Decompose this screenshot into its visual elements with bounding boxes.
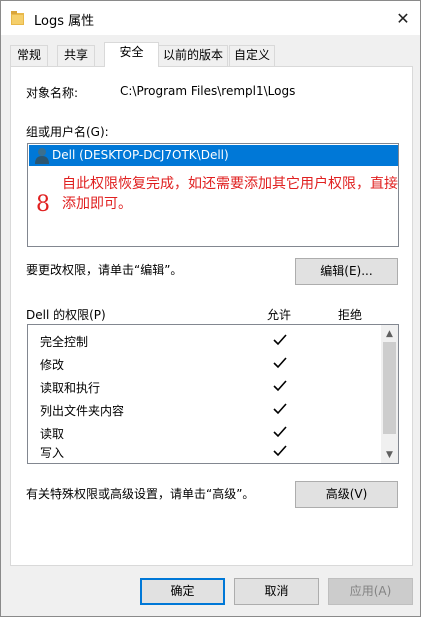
allow-header: 允许 xyxy=(267,308,292,322)
scroll-down-button[interactable]: ▼ xyxy=(381,446,398,463)
permission-name: 完全控制 xyxy=(40,335,89,349)
advanced-hint: 有关特殊权限或高级设置，请单击“高级”。 xyxy=(26,487,255,501)
tab-sharing[interactable]: 共享 xyxy=(57,45,95,66)
object-name-label: 对象名称: xyxy=(26,86,79,100)
permission-name: 写入 xyxy=(40,446,65,460)
permission-row: 修改 xyxy=(28,353,383,376)
cancel-button[interactable]: 取消 xyxy=(234,578,319,605)
change-permissions-hint: 要更改权限，请单击“编辑”。 xyxy=(26,263,183,277)
ok-button[interactable]: 确定 xyxy=(140,578,225,605)
apply-button[interactable]: 应用(A) xyxy=(328,578,413,605)
groups-label: 组或用户名(G): xyxy=(26,125,109,139)
permissions-label: Dell 的权限(P) xyxy=(26,308,106,322)
advanced-button[interactable]: 高级(V) xyxy=(295,481,398,508)
annotation-number: 8 xyxy=(36,192,50,217)
permission-name: 列出文件夹内容 xyxy=(40,404,125,418)
tab-security[interactable]: 安全 xyxy=(104,42,159,67)
permission-row: 写入 xyxy=(28,441,383,464)
check-icon xyxy=(273,403,287,415)
permission-name: 读取和执行 xyxy=(40,381,101,395)
close-icon: ✕ xyxy=(396,8,410,28)
deny-header: 拒绝 xyxy=(338,308,363,322)
user-name: Dell (DESKTOP-DCJ7OTK\Dell) xyxy=(52,148,229,162)
scroll-up-button[interactable]: ▲ xyxy=(381,325,398,342)
groups-listbox[interactable]: Dell (DESKTOP-DCJ7OTK\Dell) 8 自此权限恢复完成，如… xyxy=(27,143,399,247)
properties-dialog: Logs 属性 ✕ 常规 共享 安全 以前的版本 自定义 对象名称: C:\Pr… xyxy=(0,0,421,617)
permission-name: 读取 xyxy=(40,427,65,441)
permission-row: 完全控制 xyxy=(28,330,383,353)
scrollbar-thumb[interactable] xyxy=(383,342,396,434)
permission-row: 列出文件夹内容 xyxy=(28,399,383,422)
check-icon xyxy=(273,426,287,438)
check-icon xyxy=(273,445,287,457)
folder-icon xyxy=(11,11,24,25)
user-icon xyxy=(35,148,49,164)
edit-button[interactable]: 编辑(E)... xyxy=(295,258,398,285)
check-icon xyxy=(273,357,287,369)
security-panel: 对象名称: C:\Program Files\rempl1\Logs 组或用户名… xyxy=(10,66,413,566)
check-icon xyxy=(273,334,287,346)
object-name-value: C:\Program Files\rempl1\Logs xyxy=(120,84,296,98)
tab-previous-versions[interactable]: 以前的版本 xyxy=(158,45,228,66)
vertical-scrollbar[interactable]: ▲ ▼ xyxy=(381,325,398,463)
annotation-text: 自此权限恢复完成，如还需要添加其它用户权限，直接添加即可。 xyxy=(62,176,398,212)
permissions-list: 完全控制 修改 读取和执行 列出文件夹内容 读取 写入 ▲ ▼ xyxy=(27,324,399,464)
chevron-up-icon: ▲ xyxy=(386,328,393,339)
window-title: Logs 属性 xyxy=(34,14,95,29)
chevron-down-icon: ▼ xyxy=(386,449,393,460)
check-icon xyxy=(273,380,287,392)
tab-customize[interactable]: 自定义 xyxy=(229,45,275,66)
user-list-item[interactable]: Dell (DESKTOP-DCJ7OTK\Dell) xyxy=(29,145,398,166)
tab-general[interactable]: 常规 xyxy=(10,45,48,66)
title-bar: Logs 属性 ✕ xyxy=(1,1,420,35)
permission-name: 修改 xyxy=(40,358,65,372)
permission-row: 读取和执行 xyxy=(28,376,383,399)
close-button[interactable]: ✕ xyxy=(386,1,420,35)
